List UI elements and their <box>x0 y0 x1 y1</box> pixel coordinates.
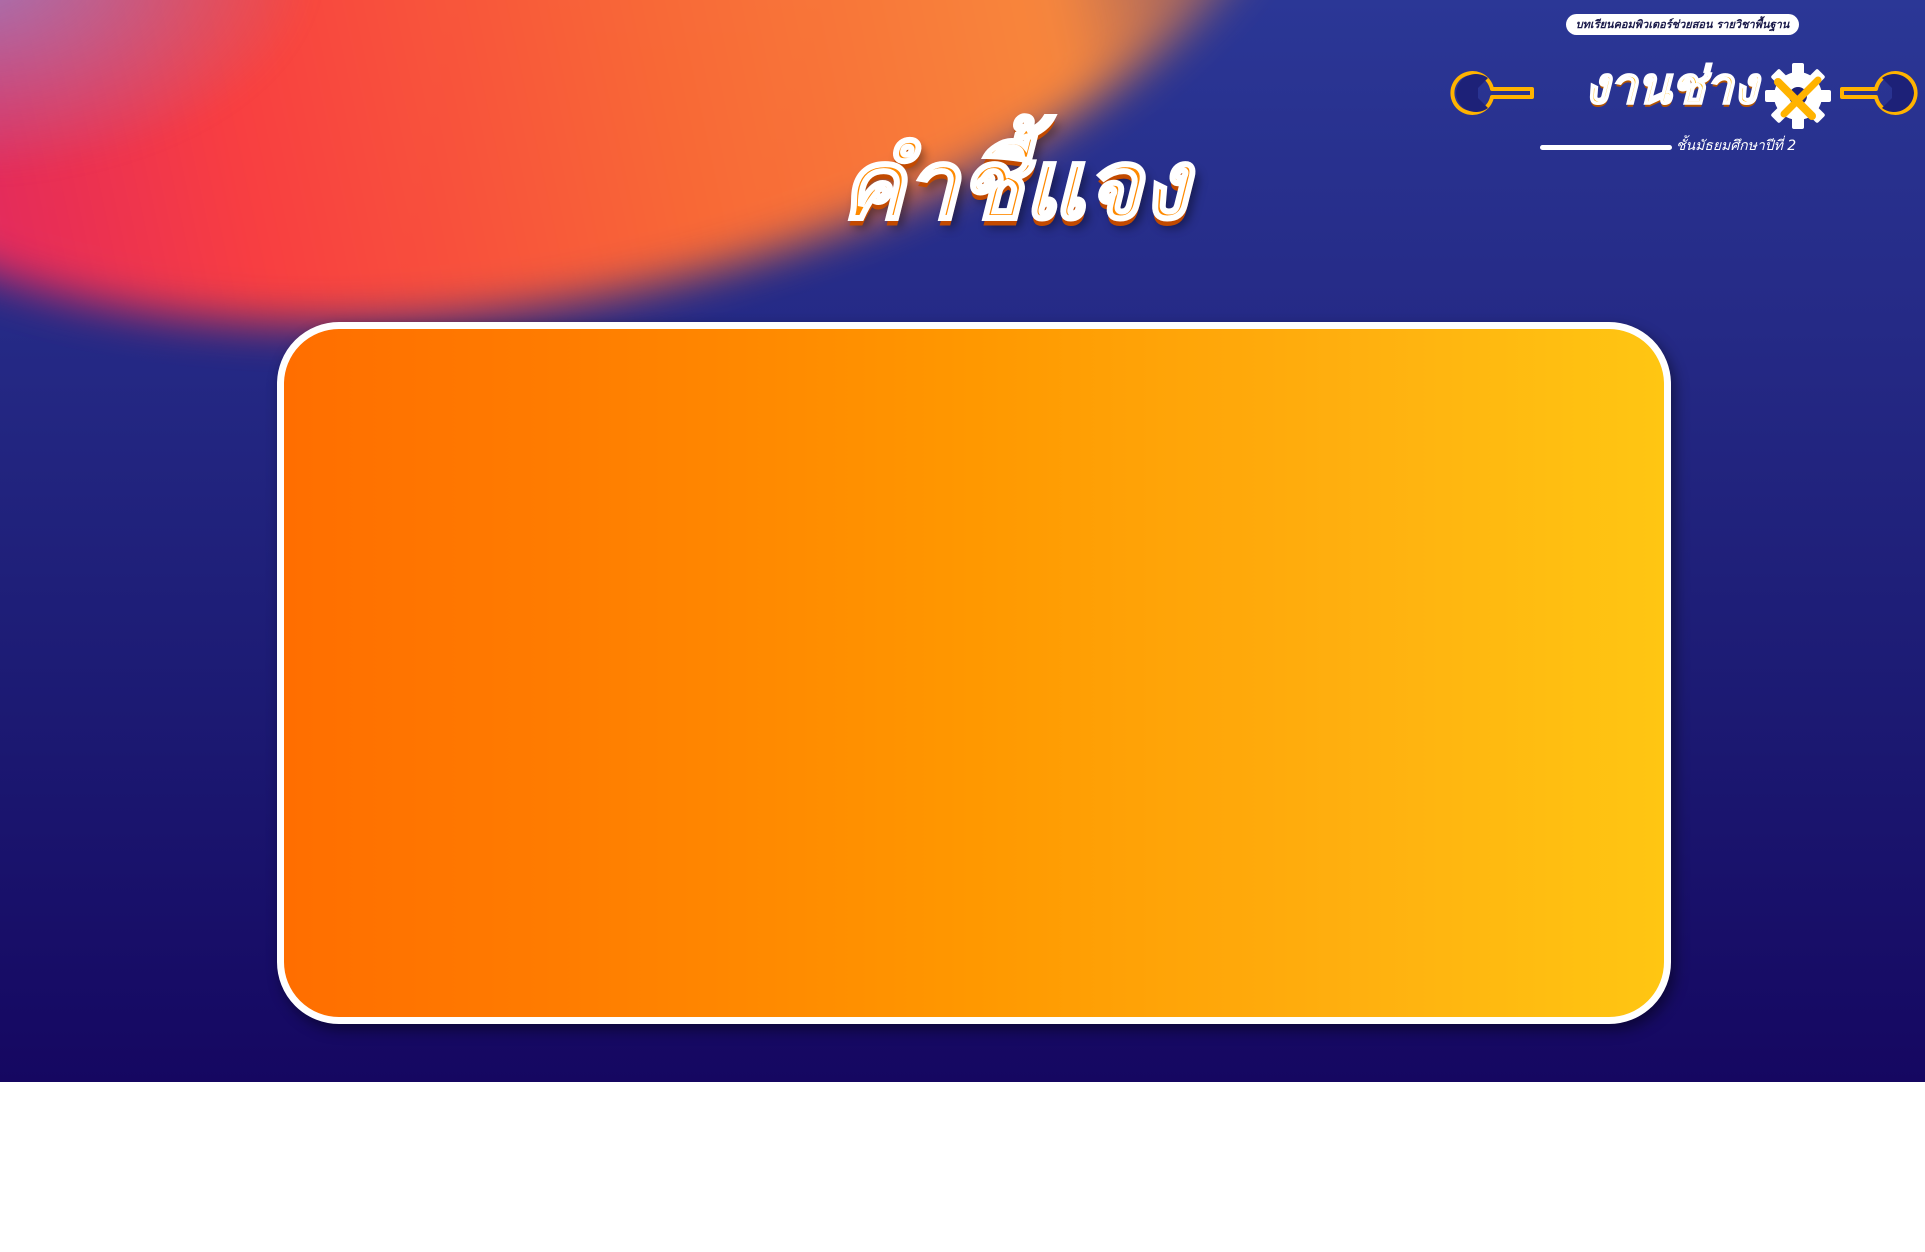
page-title: คำชี้แจง <box>839 128 1190 243</box>
content-panel <box>277 322 1671 1024</box>
course-logo: บทเรียนคอมพิวเตอร์ช่วยสอน รายวิชาพื้นฐาน… <box>1448 14 1918 164</box>
wrench-icon <box>1840 71 1918 115</box>
logo-top-caption: บทเรียนคอมพิวเตอร์ช่วยสอน รายวิชาพื้นฐาน <box>1566 14 1799 35</box>
slide-canvas: คำชี้แจง บทเรียนคอมพิวเตอร์ช่วยสอน รายวิ… <box>0 0 1925 1082</box>
wrench-icon <box>1450 71 1534 115</box>
gear-icon <box>1765 63 1831 129</box>
logo-underline <box>1540 145 1672 150</box>
logo-subtitle: ชั้นมัธยมศึกษาปีที่ 2 <box>1676 138 1797 154</box>
